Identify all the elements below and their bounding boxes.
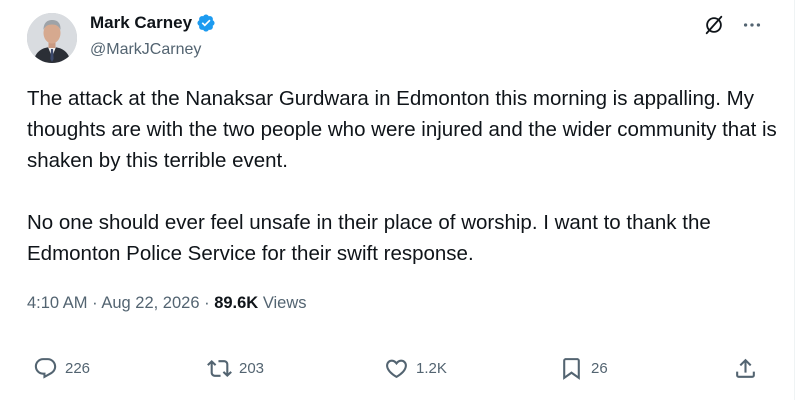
tweet-date[interactable]: Aug 22, 2026 bbox=[101, 294, 199, 312]
tweet-text: The attack at the Nanaksar Gurdwara in E… bbox=[27, 83, 787, 269]
views-label: Views bbox=[262, 294, 307, 312]
reply-icon bbox=[34, 358, 57, 379]
bookmark-count: 26 bbox=[591, 360, 608, 377]
repost-icon bbox=[207, 360, 232, 377]
share-button[interactable] bbox=[733, 356, 758, 381]
reply-button[interactable]: 226 bbox=[33, 356, 90, 381]
verified-badge-icon bbox=[196, 13, 216, 33]
tweet-paragraph-1: The attack at the Nanaksar Gurdwara in E… bbox=[27, 87, 777, 172]
tweet-time[interactable]: 4:10 AM bbox=[27, 294, 88, 312]
bookmark-button[interactable]: 26 bbox=[559, 356, 608, 381]
tweet-meta: 4:10 AM · Aug 22, 2026 · 89.6K Views bbox=[27, 292, 307, 314]
meta-separator: · bbox=[92, 294, 98, 312]
tweet-header-actions bbox=[702, 13, 764, 37]
views-count: 89.6K bbox=[214, 294, 259, 312]
author-handle[interactable]: @MarkJCarney bbox=[90, 40, 201, 60]
meta-separator-2: · bbox=[204, 294, 210, 312]
avatar[interactable] bbox=[27, 13, 77, 63]
like-icon bbox=[386, 359, 407, 379]
reply-count: 226 bbox=[65, 360, 91, 377]
avatar-image bbox=[27, 13, 77, 63]
bookmark-icon bbox=[563, 358, 580, 380]
author-display-name[interactable]: Mark Carney bbox=[90, 12, 192, 34]
tweet-action-bar: 226 203 1.2K 26 bbox=[27, 356, 762, 386]
more-dots-icon[interactable] bbox=[740, 13, 764, 37]
like-count: 1.2K bbox=[416, 360, 447, 377]
repost-button[interactable]: 203 bbox=[207, 356, 264, 381]
share-icon bbox=[736, 358, 755, 378]
tweet-card: Mark Carney @MarkJCarney The attack at t… bbox=[0, 0, 795, 400]
grok-icon[interactable] bbox=[702, 13, 726, 37]
tweet-paragraph-2: No one should ever feel unsafe in their … bbox=[27, 211, 711, 265]
like-button[interactable]: 1.2K bbox=[384, 356, 447, 381]
author-name-row: Mark Carney bbox=[90, 12, 216, 34]
repost-count: 203 bbox=[239, 360, 265, 377]
